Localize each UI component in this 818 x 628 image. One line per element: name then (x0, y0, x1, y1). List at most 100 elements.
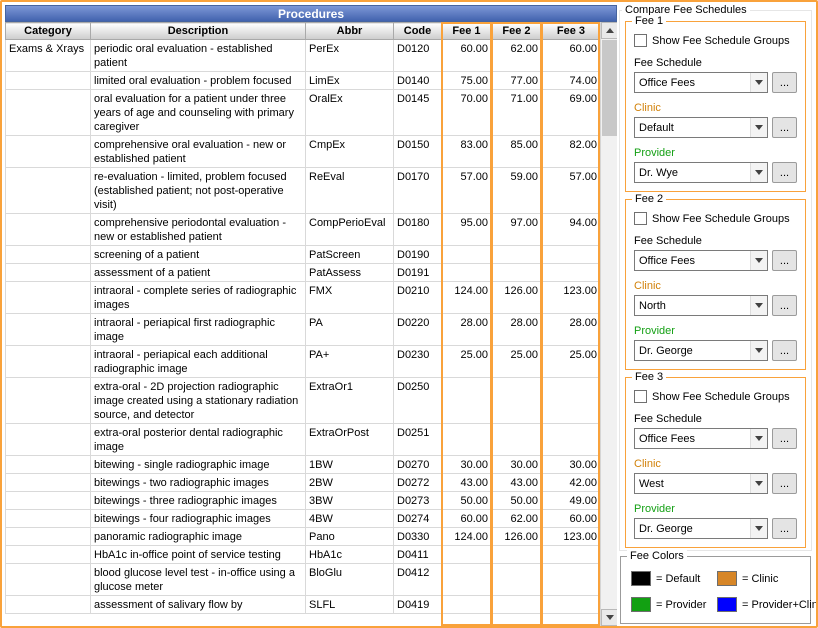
legend-provider-label: = Provider (656, 599, 706, 611)
fee2-cell (492, 246, 542, 264)
legend-item-provider: = Provider (631, 597, 717, 612)
fee3-clinic-more-button[interactable]: ... (772, 473, 797, 494)
procedure-row[interactable]: panoramic radiographic image Pano D0330 … (6, 528, 601, 546)
procedure-row[interactable]: intraoral - complete series of radiograp… (6, 282, 601, 314)
description-cell: extra-oral posterior dental radiographic… (91, 424, 306, 456)
chevron-down-icon (750, 163, 767, 182)
procedure-row[interactable]: bitewings - three radiographic images 3B… (6, 492, 601, 510)
fee3-fee-schedule-value: Office Fees (635, 433, 750, 445)
fee3-provider-select[interactable]: Dr. George (634, 518, 768, 539)
code-cell: D0145 (394, 90, 442, 136)
procedure-row[interactable]: extra-oral posterior dental radiographic… (6, 424, 601, 456)
procedure-row[interactable]: bitewings - two radiographic images 2BW … (6, 474, 601, 492)
procedure-row[interactable]: screening of a patient PatScreen D0190 (6, 246, 601, 264)
fee1-clinic-value: Default (635, 122, 750, 134)
code-cell: D0230 (394, 346, 442, 378)
fee1-cell: 28.00 (442, 314, 492, 346)
procedure-row[interactable]: bitewings - four radiographic images 4BW… (6, 510, 601, 528)
fee3-cell (542, 424, 601, 456)
category-cell (6, 378, 91, 424)
fee1-clinic-select[interactable]: Default (634, 117, 768, 138)
abbr-cell: CmpEx (306, 136, 394, 168)
chevron-down-icon (750, 519, 767, 538)
procedure-row[interactable]: assessment of a patient PatAssess D0191 (6, 264, 601, 282)
abbr-cell: 3BW (306, 492, 394, 510)
code-cell: D0270 (394, 456, 442, 474)
fee2-show-groups-checkbox[interactable] (634, 212, 647, 225)
fee2-fee-schedule-select[interactable]: Office Fees (634, 250, 768, 271)
fee1-fee-schedule-select[interactable]: Office Fees (634, 72, 768, 93)
fee2-fee-schedule-more-button[interactable]: ... (772, 250, 797, 271)
procedure-row[interactable]: comprehensive periodontal evaluation - n… (6, 214, 601, 246)
procedure-row[interactable]: blood glucose level test - in-office usi… (6, 564, 601, 596)
fee3-show-groups-row[interactable]: Show Fee Schedule Groups (634, 389, 797, 404)
fee2-show-groups-row[interactable]: Show Fee Schedule Groups (634, 211, 797, 226)
scroll-down-icon (606, 615, 614, 620)
fee3-provider-more-button[interactable]: ... (772, 518, 797, 539)
fee2-cell (492, 424, 542, 456)
procedure-row[interactable]: extra-oral - 2D projection radiographic … (6, 378, 601, 424)
fee1-group: Fee 1 Show Fee Schedule Groups Fee Sched… (625, 21, 806, 192)
description-cell: intraoral - periapical first radiographi… (91, 314, 306, 346)
grid-title: Procedures (5, 5, 617, 22)
fee3-clinic-select[interactable]: West (634, 473, 768, 494)
fee3-fee-schedule-more-button[interactable]: ... (772, 428, 797, 449)
fee2-cell: 126.00 (492, 528, 542, 546)
description-cell: comprehensive periodontal evaluation - n… (91, 214, 306, 246)
category-cell (6, 90, 91, 136)
abbr-cell: ExtraOrPost (306, 424, 394, 456)
fee2-provider-more-button[interactable]: ... (772, 340, 797, 361)
fee1-fee-schedule-more-button[interactable]: ... (772, 72, 797, 93)
fee3-cell: 25.00 (542, 346, 601, 378)
procedure-row[interactable]: intraoral - periapical first radiographi… (6, 314, 601, 346)
abbr-cell: FMX (306, 282, 394, 314)
scrollbar-thumb[interactable] (602, 40, 617, 136)
fee1-provider-label: Provider (634, 147, 797, 159)
fee2-clinic-more-button[interactable]: ... (772, 295, 797, 316)
category-cell (6, 214, 91, 246)
fee3-cell: 60.00 (542, 510, 601, 528)
fee2-cell (492, 264, 542, 282)
scroll-down-button[interactable] (601, 609, 617, 626)
procedure-row[interactable]: limited oral evaluation - problem focuse… (6, 72, 601, 90)
procedure-row[interactable]: Exams & Xrays periodic oral evaluation -… (6, 40, 601, 72)
fee2-provider-select[interactable]: Dr. George (634, 340, 768, 361)
procedure-row[interactable]: oral evaluation for a patient under thre… (6, 90, 601, 136)
fee1-provider-select[interactable]: Dr. Wye (634, 162, 768, 183)
code-cell: D0419 (394, 596, 442, 614)
fee1-provider-value: Dr. Wye (635, 167, 750, 179)
procedure-row[interactable]: re-evaluation - limited, problem focused… (6, 168, 601, 214)
description-cell: intraoral - complete series of radiograp… (91, 282, 306, 314)
fee2-fee-schedule-label: Fee Schedule (634, 235, 797, 247)
code-cell: D0180 (394, 214, 442, 246)
procedure-row[interactable]: bitewing - single radiographic image 1BW… (6, 456, 601, 474)
description-cell: HbA1c in-office point of service testing (91, 546, 306, 564)
code-cell: D0120 (394, 40, 442, 72)
vertical-scrollbar[interactable] (600, 22, 617, 626)
code-cell: D0330 (394, 528, 442, 546)
procedure-row[interactable]: HbA1c in-office point of service testing… (6, 546, 601, 564)
fee1-show-groups-label: Show Fee Schedule Groups (652, 35, 790, 47)
fee1-show-groups-row[interactable]: Show Fee Schedule Groups (634, 33, 797, 48)
procedure-row[interactable]: intraoral - periapical each additional r… (6, 346, 601, 378)
fee1-clinic-more-button[interactable]: ... (772, 117, 797, 138)
fee3-fee-schedule-select[interactable]: Office Fees (634, 428, 768, 449)
fee1-provider-more-button[interactable]: ... (772, 162, 797, 183)
category-cell: Exams & Xrays (6, 40, 91, 72)
fee3-cell: 69.00 (542, 90, 601, 136)
scroll-up-button[interactable] (601, 22, 617, 39)
description-cell: blood glucose level test - in-office usi… (91, 564, 306, 596)
fee3-cell: 82.00 (542, 136, 601, 168)
grid-body: Category Description Abbr Code Fee 1 Fee… (5, 22, 617, 626)
procedure-row[interactable]: assessment of salivary flow by SLFL D041… (6, 596, 601, 614)
fee2-provider-label: Provider (634, 325, 797, 337)
chevron-down-icon (750, 251, 767, 270)
fee1-cell: 50.00 (442, 492, 492, 510)
fee2-cell: 30.00 (492, 456, 542, 474)
fee2-clinic-select[interactable]: North (634, 295, 768, 316)
fee2-cell (492, 596, 542, 614)
procedure-row[interactable]: comprehensive oral evaluation - new or e… (6, 136, 601, 168)
fee3-cell: 28.00 (542, 314, 601, 346)
fee1-show-groups-checkbox[interactable] (634, 34, 647, 47)
fee3-show-groups-checkbox[interactable] (634, 390, 647, 403)
